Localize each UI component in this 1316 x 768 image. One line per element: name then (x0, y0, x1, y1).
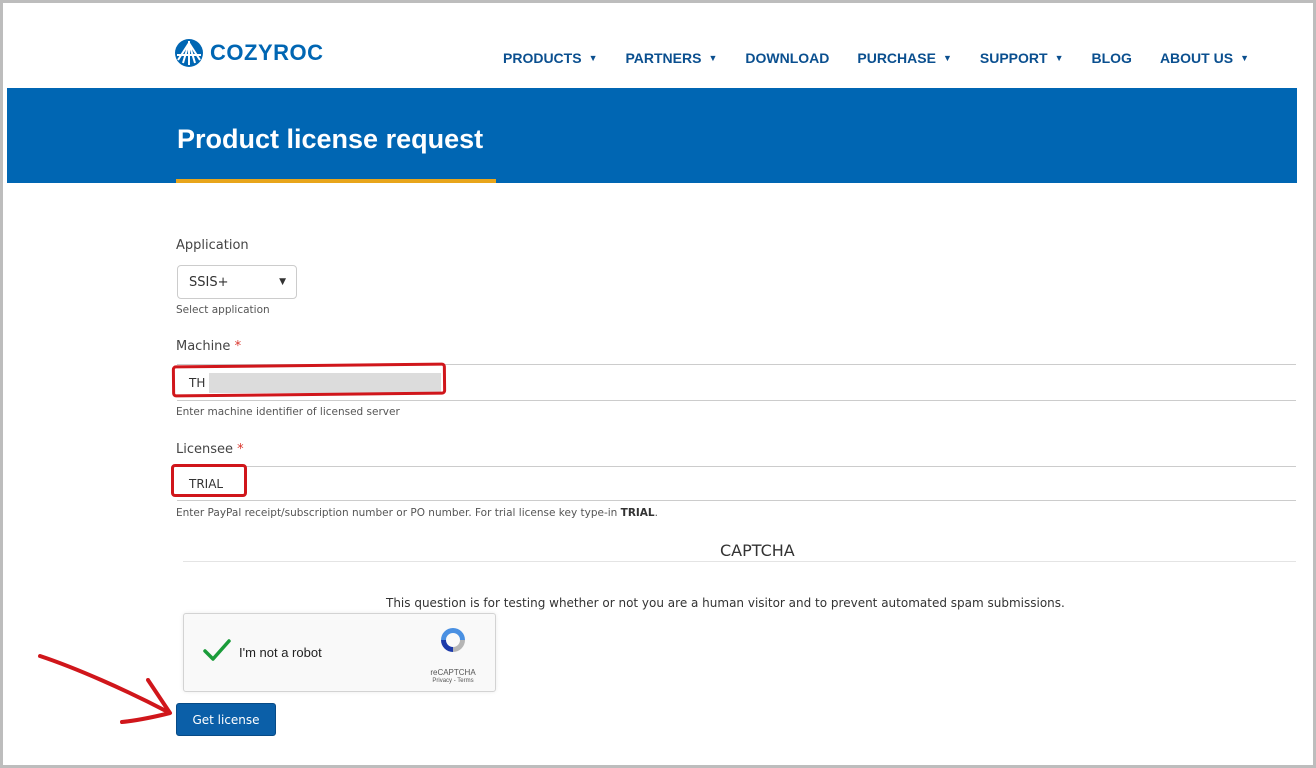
nav-item-label: BLOG (1091, 50, 1132, 66)
licensee-help-emphasis: TRIAL (620, 507, 655, 519)
recaptcha-logo-icon (441, 628, 465, 652)
machine-label-text: Machine (176, 339, 231, 354)
required-mark: * (234, 339, 242, 354)
nav-item-blog[interactable]: BLOG (1091, 50, 1131, 66)
page-banner: Product license request (7, 88, 1297, 183)
licensee-field[interactable]: TRIAL (177, 466, 1296, 501)
machine-help: Enter machine identifier of licensed ser… (176, 406, 400, 418)
checkmark-icon[interactable] (202, 638, 232, 662)
licensee-field-value: TRIAL (189, 476, 224, 491)
caret-down-icon: ▼ (588, 53, 598, 63)
nav-item-label: PURCHASE (857, 50, 936, 66)
nav-item-purchase[interactable]: PURCHASE ▼ (857, 50, 952, 66)
title-underline (176, 179, 496, 183)
nav-item-support[interactable]: SUPPORT ▼ (980, 50, 1064, 66)
machine-field-value: TH (189, 375, 206, 390)
nav-item-label: PRODUCTS (503, 50, 582, 66)
annotation-arrow-icon (38, 654, 172, 724)
recaptcha-widget: I'm not a robot reCAPTCHA Privacy - Term… (183, 613, 496, 692)
caret-down-icon: ▼ (1240, 53, 1249, 63)
caret-down-icon: ▼ (1054, 53, 1064, 63)
required-mark: * (237, 442, 244, 457)
nav-item-label: ABOUT US (1159, 50, 1234, 66)
application-select[interactable]: SSIS+ ▼ (177, 265, 297, 299)
brand-name: COZYROC (210, 40, 324, 65)
machine-label: Machine * (176, 339, 241, 354)
licensee-help-text: Enter PayPal receipt/subscription number… (176, 507, 621, 519)
captcha-description: This question is for testing whether or … (386, 596, 1065, 610)
recaptcha-checkbox-label: I'm not a robot (239, 645, 322, 660)
recaptcha-brand: reCAPTCHA (430, 668, 476, 677)
nav-item-partners[interactable]: PARTNERS ▼ (625, 50, 717, 66)
nav-item-label: SUPPORT (979, 50, 1048, 66)
application-help: Select application (176, 304, 270, 316)
licensee-label: Licensee * (176, 442, 244, 457)
redacted-blur (209, 372, 442, 393)
nav-item-download[interactable]: DOWNLOAD (745, 50, 829, 66)
captcha-title: CAPTCHA (720, 541, 795, 560)
cozyroc-logo-icon (175, 39, 203, 67)
get-license-button[interactable]: Get license (176, 703, 276, 736)
licensee-help: Enter PayPal receipt/subscription number… (176, 507, 658, 519)
cozyroc-logo[interactable]: COZYROC (174, 38, 324, 68)
application-select-value: SSIS+ (189, 274, 229, 290)
licensee-label-text: Licensee (176, 442, 234, 457)
nav-item-label: DOWNLOAD (745, 50, 830, 66)
main-nav: PRODUCTS ▼ PARTNERS ▼ DOWNLOAD PURCHASE … (503, 50, 1249, 66)
recaptcha-links[interactable]: Privacy - Terms (417, 678, 489, 684)
caret-down-icon: ▼ (708, 53, 718, 63)
caret-down-icon: ▼ (942, 53, 952, 63)
licensee-help-suffix: . (654, 507, 658, 519)
application-label: Application (176, 238, 249, 253)
page-title: Product license request (177, 124, 484, 154)
nav-item-about-us[interactable]: ABOUT US ▼ (1160, 50, 1249, 66)
nav-item-products[interactable]: PRODUCTS ▼ (503, 50, 597, 66)
captcha-divider (183, 561, 1296, 562)
machine-field[interactable]: TH (177, 364, 1296, 401)
chevron-down-icon: ▼ (279, 277, 286, 287)
nav-item-label: PARTNERS (625, 50, 702, 66)
